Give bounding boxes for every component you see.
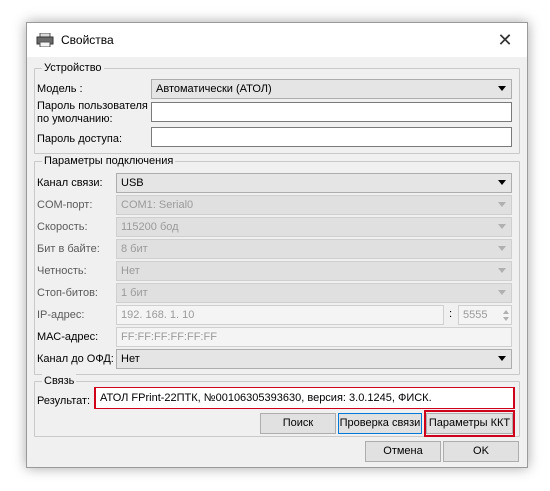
port-separator: : [449, 308, 453, 320]
port-value: 5555 [463, 309, 488, 321]
stopbits-value: 1 бит [121, 287, 148, 299]
channel-label: Канал связи: [37, 177, 103, 189]
user-password-label-line2: по умолчанию: [37, 113, 113, 125]
chevron-down-icon [498, 86, 506, 91]
speed-value: 115200 бод [121, 221, 179, 233]
stopbits-select[interactable]: 1 бит [116, 283, 512, 303]
com-port-value: COM1: Serial0 [121, 199, 194, 211]
model-select[interactable]: Автоматически (АТОЛ) [151, 79, 512, 99]
properties-dialog: Свойства ✕ Устройство Модель : Автоматич… [26, 22, 528, 468]
access-password-input[interactable] [151, 127, 512, 147]
chevron-down-icon [498, 180, 506, 185]
device-group-title: Устройство [42, 61, 104, 75]
model-label: Модель : [37, 83, 83, 95]
spin-up-icon [503, 310, 509, 314]
ip-label: IP-адрес: [37, 309, 85, 321]
ofd-channel-value: Нет [121, 353, 140, 365]
result-label: Результат: [37, 395, 91, 407]
window-title: Свойства [61, 33, 114, 47]
speed-select[interactable]: 115200 бод [116, 217, 512, 237]
user-password-input[interactable] [151, 102, 512, 122]
kkt-params-button[interactable]: Параметры ККТ [426, 413, 513, 434]
close-icon: ✕ [497, 29, 513, 50]
check-connection-button[interactable]: Проверка связи [338, 413, 422, 434]
bits-label: Бит в байте: [37, 243, 100, 255]
mac-address-input[interactable]: FF:FF:FF:FF:FF:FF [116, 327, 512, 347]
parity-label: Четность: [37, 265, 87, 277]
chevron-down-icon [498, 224, 506, 229]
link-group-title: Связь [42, 374, 77, 388]
stopbits-label: Стоп-битов: [37, 287, 98, 299]
connection-group-title: Параметры подключения [42, 154, 176, 168]
access-password-label: Пароль доступа: [37, 133, 123, 145]
ip-address-input[interactable]: 192. 168. 1. 10 [116, 305, 444, 325]
chevron-down-icon [498, 202, 506, 207]
ofd-channel-label: Канал до ОФД: [37, 353, 114, 365]
bits-value: 8 бит [121, 243, 148, 255]
parity-select[interactable]: Нет [116, 261, 512, 281]
spin-down-icon [503, 317, 509, 321]
com-port-label: COM-порт: [37, 199, 93, 211]
mac-label: МАС-адрес: [37, 331, 99, 343]
printer-icon [36, 33, 54, 47]
close-button[interactable]: ✕ [483, 23, 527, 57]
channel-select[interactable]: USB [116, 173, 512, 193]
channel-value: USB [121, 177, 144, 189]
ok-button[interactable]: OK [443, 441, 519, 462]
user-password-label-line1: Пароль пользователя [37, 100, 148, 112]
title-bar: Свойства ✕ [27, 23, 527, 57]
search-button[interactable]: Поиск [260, 413, 336, 434]
chevron-down-icon [498, 356, 506, 361]
speed-label: Скорость: [37, 221, 88, 233]
chevron-down-icon [498, 290, 506, 295]
model-value: Автоматически (АТОЛ) [156, 83, 272, 95]
ofd-channel-select[interactable]: Нет [116, 349, 512, 369]
port-stepper[interactable]: 5555 [458, 305, 512, 325]
chevron-down-icon [498, 268, 506, 273]
result-value: АТОЛ FPrint-22ПТК, №00106305393630, верс… [96, 388, 513, 408]
chevron-down-icon [498, 246, 506, 251]
bits-select[interactable]: 8 бит [116, 239, 512, 259]
parity-value: Нет [121, 265, 140, 277]
com-port-select[interactable]: COM1: Serial0 [116, 195, 512, 215]
cancel-button[interactable]: Отмена [365, 441, 441, 462]
